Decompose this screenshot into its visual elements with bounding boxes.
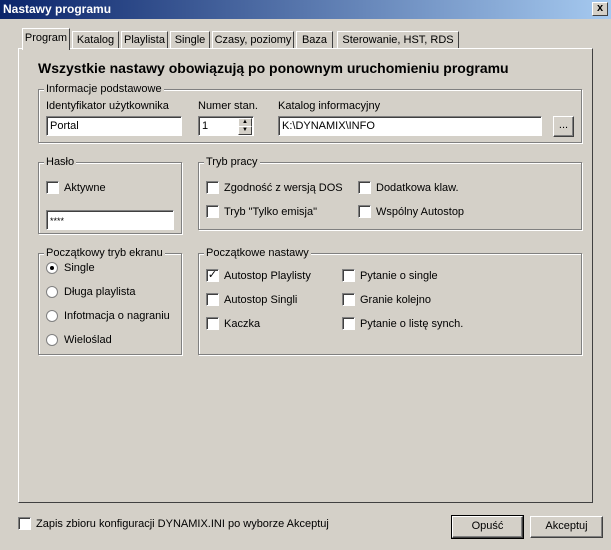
ask-sync-list-checkbox[interactable] (342, 317, 355, 330)
catalog-input[interactable]: K:\DYNAMIX\INFO (278, 116, 542, 136)
screen-track-info-label: Infotmacja o nagraniu (64, 310, 170, 322)
play-sequential-label: Granie kolejno (360, 294, 431, 306)
tab-label: Czasy, poziomy (214, 34, 292, 46)
tab-single[interactable]: Single (170, 31, 210, 49)
station-spinner[interactable]: ▲ ▼ (238, 118, 252, 135)
screen-track-info-radio[interactable] (46, 310, 58, 322)
extra-keyboard-checkbox[interactable] (358, 181, 371, 194)
tab-program[interactable]: Program (22, 28, 70, 50)
dos-compat-label: Zgodność z wersją DOS (224, 182, 343, 194)
page-heading: Wszystkie nastawy obowiązują po ponownym… (38, 60, 509, 76)
common-autostop-checkbox[interactable] (358, 205, 371, 218)
password-active-checkbox[interactable] (46, 181, 59, 194)
screen-long-playlist-radio[interactable] (46, 286, 58, 298)
tab-label: Katalog (76, 34, 115, 46)
user-id-input[interactable]: Portal (46, 116, 182, 136)
selected-dot-icon (50, 266, 54, 270)
work-mode-legend: Tryb pracy (204, 156, 260, 168)
save-config-label: Zapis zbioru konfiguracji DYNAMIX.INI po… (36, 518, 329, 530)
dos-compat-checkbox[interactable] (206, 181, 219, 194)
tab-baza[interactable]: Baza (296, 31, 333, 49)
tab-katalog[interactable]: Katalog (72, 31, 119, 49)
autostop-playlist-label: Autostop Playlisty (224, 270, 311, 282)
spin-down-icon[interactable]: ▼ (238, 126, 252, 135)
screen-mode-legend: Początkowy tryb ekranu (44, 247, 165, 259)
ask-single-checkbox[interactable] (342, 269, 355, 282)
check-icon: ✓ (207, 269, 218, 281)
initial-settings-legend: Początkowe nastawy (204, 247, 311, 259)
screen-multitrack-radio[interactable] (46, 334, 58, 346)
tab-label: Baza (301, 34, 328, 46)
tab-sterowanie[interactable]: Sterowanie, HST, RDS (337, 31, 459, 49)
tab-playlista[interactable]: Playlista (121, 31, 168, 49)
emission-only-label: Tryb "Tylko emisja" (224, 206, 317, 218)
ask-single-label: Pytanie o single (360, 270, 438, 282)
tab-label: Program (24, 32, 68, 44)
tab-label: Single (174, 34, 206, 46)
play-sequential-checkbox[interactable] (342, 293, 355, 306)
screen-single-label: Single (64, 262, 95, 274)
basic-info-legend: Informacje podstawowe (44, 83, 164, 95)
title-bar: Nastawy programu (0, 0, 611, 19)
work-mode-group (198, 162, 582, 230)
close-icon: x (596, 2, 604, 14)
close-button[interactable]: x (592, 2, 608, 16)
common-autostop-label: Wspólny Autostop (376, 206, 465, 218)
autostop-single-checkbox[interactable] (206, 293, 219, 306)
screen-long-playlist-label: Długa playlista (64, 286, 136, 298)
autostop-playlist-checkbox[interactable]: ✓ (206, 269, 219, 282)
autostop-single-label: Autostop Singli (224, 294, 298, 306)
password-legend: Hasło (44, 156, 77, 168)
tab-czasy-poziomy[interactable]: Czasy, poziomy (212, 31, 294, 49)
duck-checkbox[interactable] (206, 317, 219, 330)
emission-only-checkbox[interactable] (206, 205, 219, 218)
browse-button[interactable]: ... (553, 116, 574, 137)
ask-sync-list-label: Pytanie o listę synch. (360, 318, 464, 330)
accept-button[interactable]: Akceptuj (530, 516, 603, 538)
duck-label: Kaczka (224, 318, 261, 330)
window-title: Nastawy programu (3, 2, 112, 16)
tab-label: Playlista (124, 34, 165, 46)
user-id-label: Identyfikator użytkownika (46, 100, 169, 112)
password-active-label: Aktywne (64, 182, 106, 194)
catalog-label: Katalog informacyjny (278, 100, 381, 112)
screen-single-radio[interactable] (46, 262, 58, 274)
screen-multitrack-label: Wieloślad (64, 334, 112, 346)
save-config-checkbox[interactable] (18, 517, 31, 530)
cancel-button[interactable]: Opuść (451, 515, 524, 539)
station-label: Numer stan. (198, 100, 258, 112)
extra-keyboard-label: Dodatkowa klaw. (376, 182, 459, 194)
password-input[interactable]: **** (46, 210, 174, 230)
tab-label: Sterowanie, HST, RDS (342, 34, 454, 46)
